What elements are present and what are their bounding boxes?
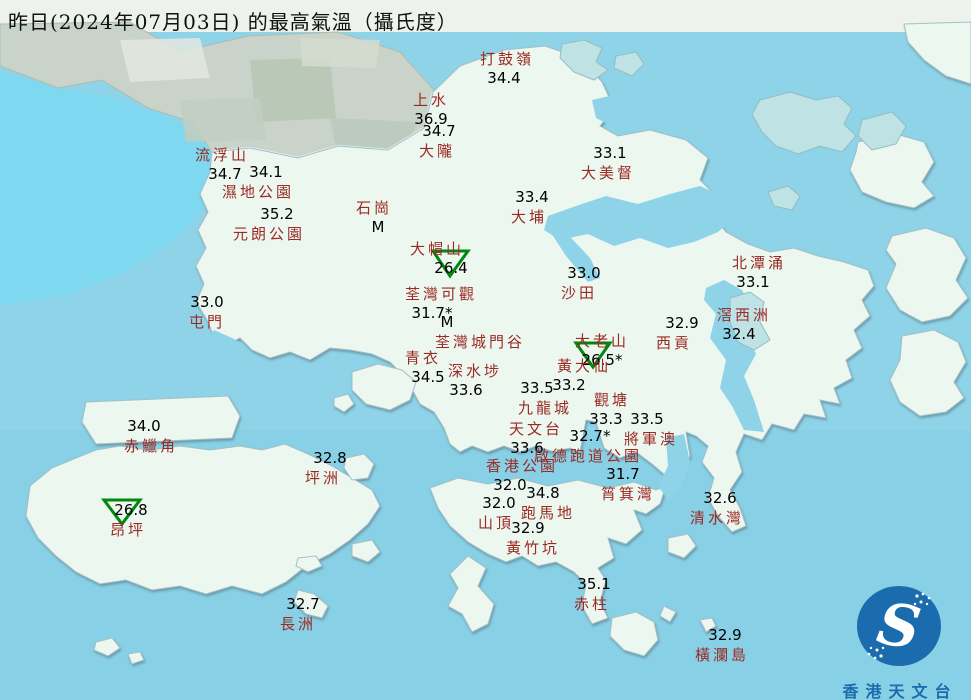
- station-value: 34.7: [421, 122, 457, 140]
- station-label: 西貢: [656, 332, 692, 353]
- station-34: 26.8昂坪: [110, 501, 146, 540]
- station-value: 33.6: [439, 381, 493, 399]
- station-value: 34.0: [117, 417, 171, 435]
- station-label: 北潭涌: [732, 252, 786, 273]
- station-value: 33.5: [510, 379, 564, 397]
- station-label: 香港公園: [486, 455, 558, 476]
- station-10: 大帽山26.4: [410, 238, 464, 277]
- station-label: 橫瀾島: [695, 644, 749, 665]
- station-11: 北潭涌33.1: [732, 252, 786, 291]
- station-6: 33.1大美督: [581, 144, 635, 183]
- station-label: 屯門: [189, 311, 225, 332]
- station-37: 32.7長洲: [280, 595, 316, 634]
- station-35: 32.9黃竹坑: [506, 519, 560, 558]
- station-7: 35.2元朗公園: [233, 205, 305, 244]
- station-value: 26.4: [424, 259, 478, 277]
- station-12: 33.0沙田: [561, 264, 597, 303]
- station-value: 32.9: [664, 314, 700, 332]
- station-38: 32.9橫瀾島: [695, 626, 749, 665]
- station-value: 34.1: [230, 163, 302, 181]
- station-16: 32.9西貢: [656, 314, 692, 353]
- station-31: 34.8跑馬地: [521, 484, 575, 523]
- station-value: 32.7: [285, 595, 321, 613]
- station-value: 33.0: [189, 293, 225, 311]
- station-label: 黃大仙: [557, 355, 611, 376]
- station-value: 31.7: [596, 465, 650, 483]
- station-value: 33.1: [726, 273, 780, 291]
- hko-logo: S 香港天文台 HONG KONG OBSERVATORY: [829, 580, 971, 700]
- station-15: 滘西洲32.4: [717, 304, 771, 343]
- station-value: 32.0: [481, 494, 517, 512]
- station-label: 清水灣: [690, 507, 744, 528]
- station-8: 石崗M: [356, 197, 392, 236]
- station-value: 32.9: [501, 519, 555, 537]
- station-value: 32.4: [712, 325, 766, 343]
- station-5: 34.1濕地公園: [222, 163, 294, 202]
- hko-logo-name-zh: 香港天文台: [829, 678, 971, 700]
- station-label: 觀塘: [594, 389, 630, 410]
- station-14: 33.0屯門: [189, 293, 225, 332]
- station-label: 大帽山: [410, 238, 464, 259]
- station-value: 34.4: [477, 69, 531, 87]
- station-label: 坪洲: [305, 467, 341, 488]
- station-value: 33.1: [583, 144, 637, 162]
- station-9: 33.4大埔: [511, 188, 547, 227]
- station-label: 九龍城: [518, 397, 572, 418]
- station-label: 大埔: [511, 206, 547, 227]
- station-label: 流浮山: [195, 144, 249, 165]
- station-label: 石崗: [356, 197, 392, 218]
- station-25: 34.0赤鱲角: [124, 417, 178, 456]
- station-label: 昂坪: [110, 519, 146, 540]
- station-label: 赤柱: [574, 593, 610, 614]
- station-value: 33.0: [566, 264, 602, 282]
- station-value: 32.7*: [536, 427, 644, 445]
- station-19: 青衣34.5: [405, 347, 441, 386]
- station-value: 33.5: [620, 410, 674, 428]
- station-label: 元朗公園: [233, 223, 305, 244]
- station-label: 濕地公園: [222, 181, 294, 202]
- station-3: 34.7大隴: [419, 122, 455, 161]
- station-value: 35.2: [241, 205, 313, 223]
- station-label: 滘西洲: [717, 304, 771, 325]
- station-label: 大隴: [419, 140, 455, 161]
- station-value: 32.6: [693, 489, 747, 507]
- station-label: 荃灣可觀: [405, 283, 477, 304]
- station-28: 32.8坪洲: [305, 449, 341, 488]
- station-value: 26.8: [113, 501, 149, 519]
- station-value: 33.3: [588, 410, 624, 428]
- station-label: 黃竹坑: [506, 537, 560, 558]
- station-33: 32.6清水灣: [690, 489, 744, 528]
- station-value: 34.8: [516, 484, 570, 502]
- station-label: 荃灣城門谷: [435, 331, 525, 352]
- hk-max-temperature-map: 昨日(2024年07月03日) 的最高氣溫（攝氏度） 打鼓嶺34.4上水36.9…: [0, 0, 971, 700]
- station-30: 31.7筲箕灣: [601, 465, 655, 504]
- station-label: 大老山: [575, 330, 629, 351]
- station-value: 32.9: [698, 626, 752, 644]
- station-label: 長洲: [280, 613, 316, 634]
- station-17: M荃灣城門谷: [435, 313, 525, 352]
- station-label: 上水: [413, 89, 449, 110]
- station-label: 大美督: [581, 162, 635, 183]
- stations-layer: 打鼓嶺34.4上水36.934.7大隴流浮山34.734.1濕地公園33.1大美…: [0, 0, 971, 700]
- station-1: 打鼓嶺34.4: [480, 48, 534, 87]
- station-22: 33.5九龍城: [518, 379, 572, 418]
- station-value: M: [402, 313, 492, 331]
- station-label: 打鼓嶺: [480, 48, 534, 69]
- station-value: 32.8: [312, 449, 348, 467]
- station-36: 35.1赤柱: [574, 575, 610, 614]
- station-label: 赤鱲角: [124, 435, 178, 456]
- station-label: 青衣: [405, 347, 441, 368]
- station-value: 35.1: [576, 575, 612, 593]
- station-21: 深水埗33.6: [448, 360, 502, 399]
- station-value: 33.4: [514, 188, 550, 206]
- station-label: 筲箕灣: [601, 483, 655, 504]
- station-value: M: [360, 218, 396, 236]
- hko-logo-icon: S: [829, 580, 971, 672]
- station-label: 沙田: [561, 282, 597, 303]
- station-label: 深水埗: [448, 360, 502, 381]
